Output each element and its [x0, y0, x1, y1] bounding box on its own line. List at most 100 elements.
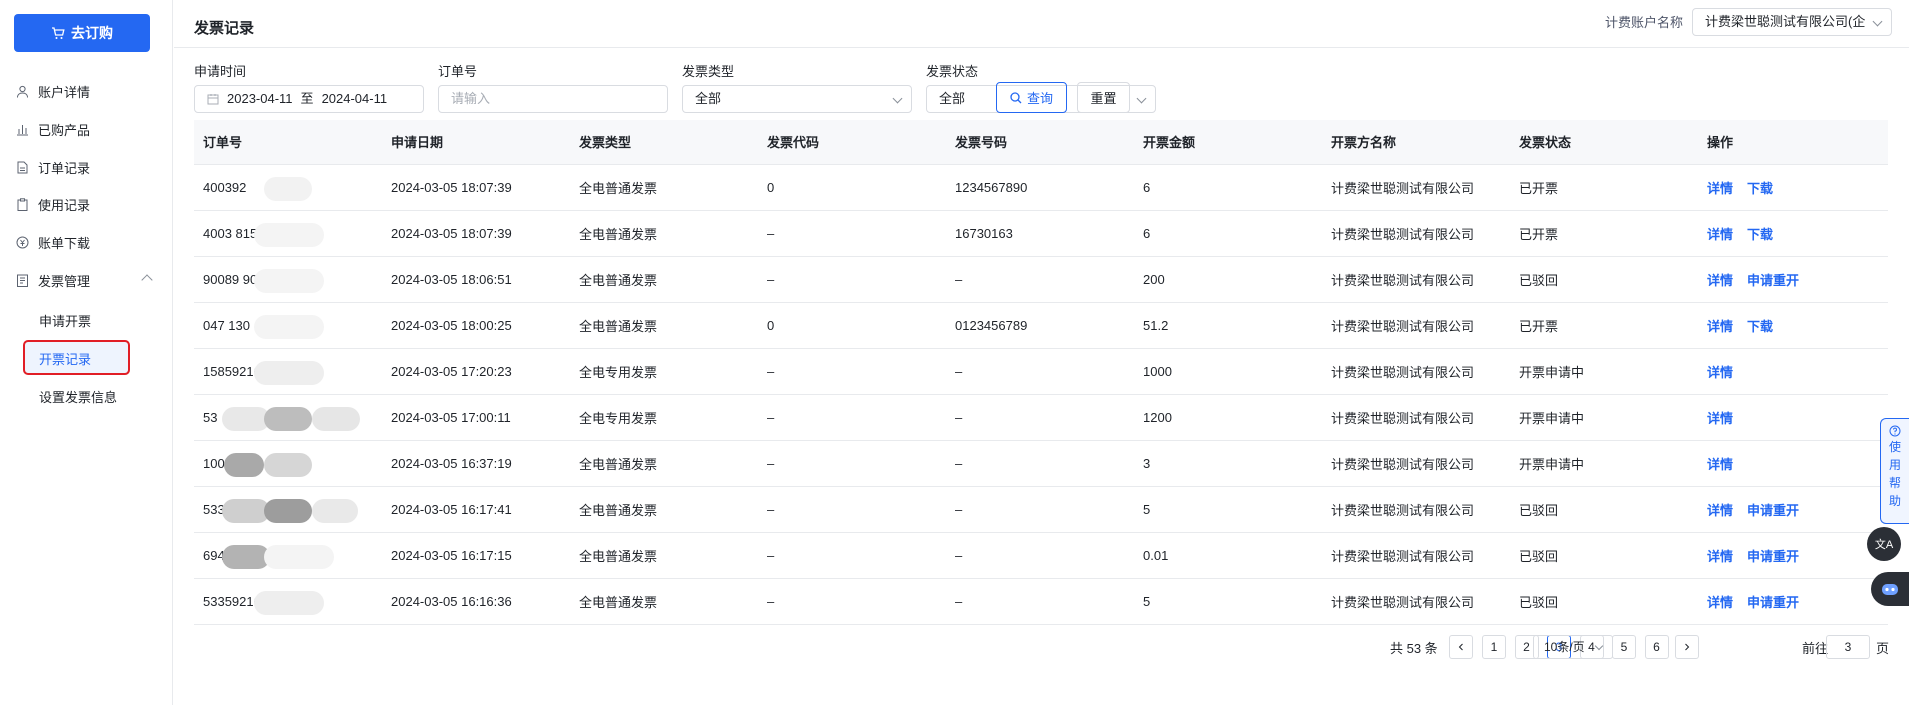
- cell-status: 已驳回: [1510, 486, 1698, 533]
- redaction-mask: [224, 452, 264, 477]
- download-link[interactable]: 下载: [1747, 181, 1773, 196]
- reapply-link[interactable]: 申请重开: [1747, 595, 1799, 610]
- coin-icon: [16, 236, 29, 248]
- sidebar-subitem-invoice-settings[interactable]: 设置发票信息: [39, 387, 117, 406]
- cell-type: 全电普通发票: [570, 578, 758, 625]
- cell-code: –: [758, 210, 946, 257]
- sidebar-item-invoice-management[interactable]: 发票管理: [16, 270, 90, 290]
- cell-actions: 详情 下载: [1698, 302, 1888, 349]
- detail-link[interactable]: 详情: [1707, 319, 1733, 334]
- invoice-table: 订单号 申请日期 发票类型 发票代码 发票号码 开票金额 开票方名称 发票状态 …: [194, 120, 1888, 625]
- sidebar-item-label: 订单记录: [38, 160, 91, 176]
- reset-button[interactable]: 重置: [1077, 82, 1130, 113]
- redaction-mask: [254, 222, 324, 247]
- cell-issuer: 计费梁世聪测试有限公司: [1322, 348, 1510, 395]
- reapply-link[interactable]: 申请重开: [1747, 503, 1799, 518]
- chatbot-button[interactable]: [1871, 572, 1909, 606]
- cell-type: 全电专用发票: [570, 394, 758, 441]
- cell-type: 全电普通发票: [570, 532, 758, 579]
- cell-order: 400392: [194, 164, 382, 211]
- cell-amount: 0.01: [1134, 532, 1322, 579]
- cell-number: 0123456789: [946, 302, 1134, 349]
- detail-link[interactable]: 详情: [1707, 549, 1733, 564]
- detail-link[interactable]: 详情: [1707, 273, 1733, 288]
- detail-link[interactable]: 详情: [1707, 503, 1733, 518]
- type-filter-label: 发票类型: [682, 64, 735, 79]
- query-button[interactable]: 查询: [996, 82, 1067, 113]
- sidebar-item-label: 使用记录: [38, 197, 91, 213]
- cell-type: 全电普通发票: [570, 256, 758, 303]
- detail-link[interactable]: 详情: [1707, 595, 1733, 610]
- cell-date: 2024-03-05 18:00:25: [382, 302, 570, 349]
- cell-issuer: 计费梁世聪测试有限公司: [1322, 486, 1510, 533]
- cell-status: 已开票: [1510, 302, 1698, 349]
- chevron-right-icon: [1685, 643, 1690, 651]
- status-filter-label: 发票状态: [926, 64, 979, 79]
- invoice-type-value: 全部: [695, 91, 722, 106]
- page-size-select[interactable]: 10条/页: [1533, 635, 1613, 659]
- cell-number: –: [946, 532, 1134, 579]
- column-header: 申请日期: [382, 120, 570, 165]
- sidebar-item-label: 账户详情: [38, 84, 91, 100]
- cell-issuer: 计费梁世聪测试有限公司: [1322, 256, 1510, 303]
- table-row: 90089 90 2024-03-05 18:06:51 全电普通发票 – –200 计费…: [194, 256, 1888, 303]
- detail-link[interactable]: 详情: [1707, 411, 1733, 426]
- sidebar-item-products[interactable]: 已购产品: [16, 119, 90, 139]
- cell-order: 1005 342: [194, 440, 382, 487]
- table-row: 53 2024-03-05 17:00:11 全电专用发票 – –1200 计费梁世聪测试…: [194, 394, 1888, 441]
- goto-page-input[interactable]: 3: [1826, 635, 1870, 659]
- redaction-mask: [254, 590, 324, 615]
- page-button[interactable]: 5: [1612, 635, 1636, 659]
- sidebar-item-orders[interactable]: 订单记录: [16, 157, 90, 177]
- detail-link[interactable]: 详情: [1707, 365, 1733, 380]
- question-icon: [1889, 425, 1901, 437]
- column-header: 发票类型: [570, 120, 758, 165]
- cell-actions: 详情 申请重开: [1698, 486, 1888, 533]
- detail-link[interactable]: 详情: [1707, 227, 1733, 242]
- help-tab[interactable]: 使 用 帮 助: [1880, 418, 1909, 524]
- cell-issuer: 计费梁世聪测试有限公司: [1322, 440, 1510, 487]
- redaction-mask: [222, 498, 270, 523]
- cell-actions: 详情: [1698, 394, 1888, 441]
- cell-type: 全电专用发票: [570, 348, 758, 395]
- cell-number: –: [946, 348, 1134, 395]
- page-button[interactable]: 1: [1482, 635, 1506, 659]
- sidebar-item-account[interactable]: 账户详情: [16, 81, 90, 101]
- translate-button[interactable]: 文A: [1867, 527, 1901, 561]
- sidebar-subitem-apply-invoice[interactable]: 申请开票: [39, 311, 91, 330]
- cell-order: 4003 8156: [194, 210, 382, 257]
- prev-page-button[interactable]: [1449, 635, 1473, 659]
- cell-actions: 详情 下载: [1698, 164, 1888, 211]
- sidebar-item-bill-download[interactable]: 账单下载: [16, 232, 90, 252]
- redaction-mask: [264, 452, 312, 477]
- detail-link[interactable]: 详情: [1707, 181, 1733, 196]
- query-button-label: 查询: [1026, 91, 1053, 106]
- order-number-input[interactable]: 请输入: [438, 85, 668, 113]
- detail-link[interactable]: 详情: [1707, 457, 1733, 472]
- cell-issuer: 计费梁世聪测试有限公司: [1322, 532, 1510, 579]
- redaction-mask: [254, 314, 324, 339]
- download-link[interactable]: 下载: [1747, 319, 1773, 334]
- table-row: 694 442024-03-05 16:17:15全电普通发票––0.01计费梁…: [194, 532, 1888, 579]
- goto-prefix: 前往: [1802, 640, 1829, 656]
- sidebar-subitem-invoice-records[interactable]: 开票记录: [39, 349, 91, 368]
- buy-button[interactable]: 去订购: [14, 14, 150, 52]
- cell-status: 已开票: [1510, 164, 1698, 211]
- sidebar-item-usage[interactable]: 使用记录: [16, 194, 90, 214]
- date-start: 2023-04-11: [227, 91, 293, 106]
- date-range-picker[interactable]: 2023-04-11 至 2024-04-11: [194, 85, 424, 113]
- cell-code: –: [758, 256, 946, 303]
- chevron-up-icon[interactable]: [141, 274, 153, 286]
- reapply-link[interactable]: 申请重开: [1747, 549, 1799, 564]
- clipboard-icon: [17, 197, 28, 211]
- account-select[interactable]: 计费梁世聪测试有限公司(企: [1692, 8, 1892, 36]
- download-link[interactable]: 下载: [1747, 227, 1773, 242]
- cell-order: 53: [194, 394, 382, 441]
- order-filter-label: 订单号: [438, 64, 478, 79]
- cell-type: 全电普通发票: [570, 164, 758, 211]
- invoice-type-select[interactable]: 全部: [682, 85, 912, 113]
- reapply-link[interactable]: 申请重开: [1747, 273, 1799, 288]
- cell-status: 已开票: [1510, 210, 1698, 257]
- next-page-button[interactable]: [1675, 635, 1699, 659]
- page-button[interactable]: 6: [1644, 635, 1669, 659]
